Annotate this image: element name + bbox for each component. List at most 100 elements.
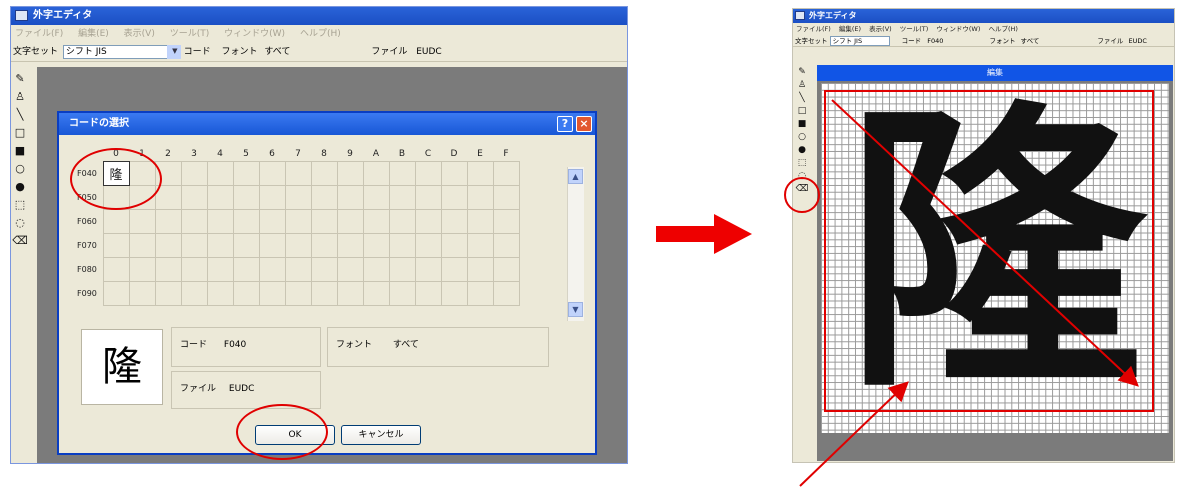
grid-cell[interactable] [180,232,208,258]
brush-icon[interactable]: ♙ [11,87,29,105]
grid-cell[interactable] [414,184,442,210]
grid-cell[interactable] [310,160,338,186]
grid-cell[interactable] [440,160,468,186]
grid-cell[interactable] [154,208,182,234]
grid-cell[interactable] [284,232,312,258]
grid-cell[interactable] [232,280,260,306]
grid-cell[interactable] [258,184,286,210]
grid-cell[interactable] [284,256,312,282]
charset-dropdown[interactable]: ▼ [166,44,181,59]
grid-cell[interactable] [128,256,156,282]
pencil-icon[interactable]: ✎ [793,65,811,78]
grid-cell[interactable] [102,232,130,258]
menu-edit[interactable]: 編集(E) [839,25,861,33]
scroll-down-button[interactable]: ▼ [568,302,583,317]
grid-cell[interactable] [154,256,182,282]
grid-cell[interactable] [232,256,260,282]
grid-cell[interactable] [492,232,520,258]
grid-cell[interactable] [128,280,156,306]
grid-cell[interactable] [492,256,520,282]
grid-cell[interactable] [206,232,234,258]
grid-cell[interactable] [258,160,286,186]
grid-cell[interactable] [440,208,468,234]
grid-cell[interactable] [180,160,208,186]
grid-cell[interactable] [466,256,494,282]
grid-cell[interactable] [388,232,416,258]
ellipse-outline-icon[interactable]: ○ [11,159,29,177]
menu-window[interactable]: ウィンドウ(W) [936,25,980,33]
help-button[interactable]: ? [557,116,573,132]
grid-cell[interactable] [414,208,442,234]
menu-file[interactable]: ファイル(F) [796,25,831,33]
grid-cell[interactable] [362,184,390,210]
grid-cell[interactable] [258,256,286,282]
grid-cell[interactable] [180,208,208,234]
grid-cell[interactable] [388,184,416,210]
grid-cell[interactable] [440,232,468,258]
pencil-icon[interactable]: ✎ [11,69,29,87]
eraser-icon[interactable]: ⌫ [11,231,29,249]
grid-cell[interactable] [336,232,364,258]
grid-cell[interactable] [414,232,442,258]
grid-cell[interactable] [310,232,338,258]
grid-cell[interactable] [492,208,520,234]
menu-help[interactable]: ヘルプ(H) [988,25,1017,33]
grid-cell[interactable] [206,256,234,282]
ellipse-fill-icon[interactable]: ● [11,177,29,195]
grid-cell[interactable] [336,256,364,282]
grid-cell[interactable] [180,184,208,210]
rect-fill-icon[interactable]: ■ [11,141,29,159]
grid-cell[interactable] [388,160,416,186]
grid-cell[interactable] [466,208,494,234]
grid-cell[interactable] [414,160,442,186]
menu-file[interactable]: ファイル(F) [15,29,63,39]
grid-cell[interactable] [414,256,442,282]
scroll-up-button[interactable]: ▲ [568,169,583,184]
grid-cell[interactable] [232,208,260,234]
grid-cell[interactable] [284,160,312,186]
grid-cell[interactable] [362,256,390,282]
rect-outline-icon[interactable]: □ [11,123,29,141]
grid-cell[interactable] [154,280,182,306]
grid-cell[interactable] [232,160,260,186]
grid-cell[interactable] [206,160,234,186]
grid-cell[interactable] [492,280,520,306]
grid-cell[interactable] [206,208,234,234]
grid-cell[interactable] [258,280,286,306]
grid-cell[interactable] [466,184,494,210]
menu-edit[interactable]: 編集(E) [78,29,109,39]
cancel-button[interactable]: キャンセル [341,425,421,445]
grid-cell[interactable] [440,280,468,306]
grid-cell[interactable] [284,184,312,210]
rect-select-icon[interactable]: ⬚ [11,195,29,213]
grid-cell[interactable] [180,256,208,282]
grid-cell[interactable] [388,208,416,234]
grid-cell[interactable] [128,232,156,258]
grid-cell[interactable] [206,280,234,306]
grid-cell[interactable] [466,232,494,258]
grid-cell[interactable] [232,184,260,210]
grid-cell[interactable] [362,232,390,258]
grid-cell[interactable] [284,280,312,306]
close-button[interactable]: × [576,116,592,132]
grid-cell[interactable] [310,256,338,282]
freeform-select-icon[interactable]: ◌ [11,213,29,231]
menu-tools[interactable]: ツール(T) [900,25,929,33]
grid-cell[interactable] [440,184,468,210]
grid-cell[interactable] [102,280,130,306]
grid-cell[interactable] [336,208,364,234]
menu-view[interactable]: 表示(V) [869,25,892,33]
charset-select[interactable]: シフト JIS [62,44,168,59]
grid-cell[interactable] [492,184,520,210]
grid-cell[interactable] [466,160,494,186]
grid-cell[interactable] [414,280,442,306]
grid-cell[interactable] [310,184,338,210]
grid-cell[interactable] [362,280,390,306]
charset-select[interactable]: シフト JIS [829,36,890,46]
grid-cell[interactable] [102,256,130,282]
menu-tools[interactable]: ツール(T) [170,29,210,39]
grid-cell[interactable] [102,208,130,234]
menu-window[interactable]: ウィンドウ(W) [224,29,285,39]
grid-cell[interactable] [154,232,182,258]
grid-cell[interactable] [310,208,338,234]
